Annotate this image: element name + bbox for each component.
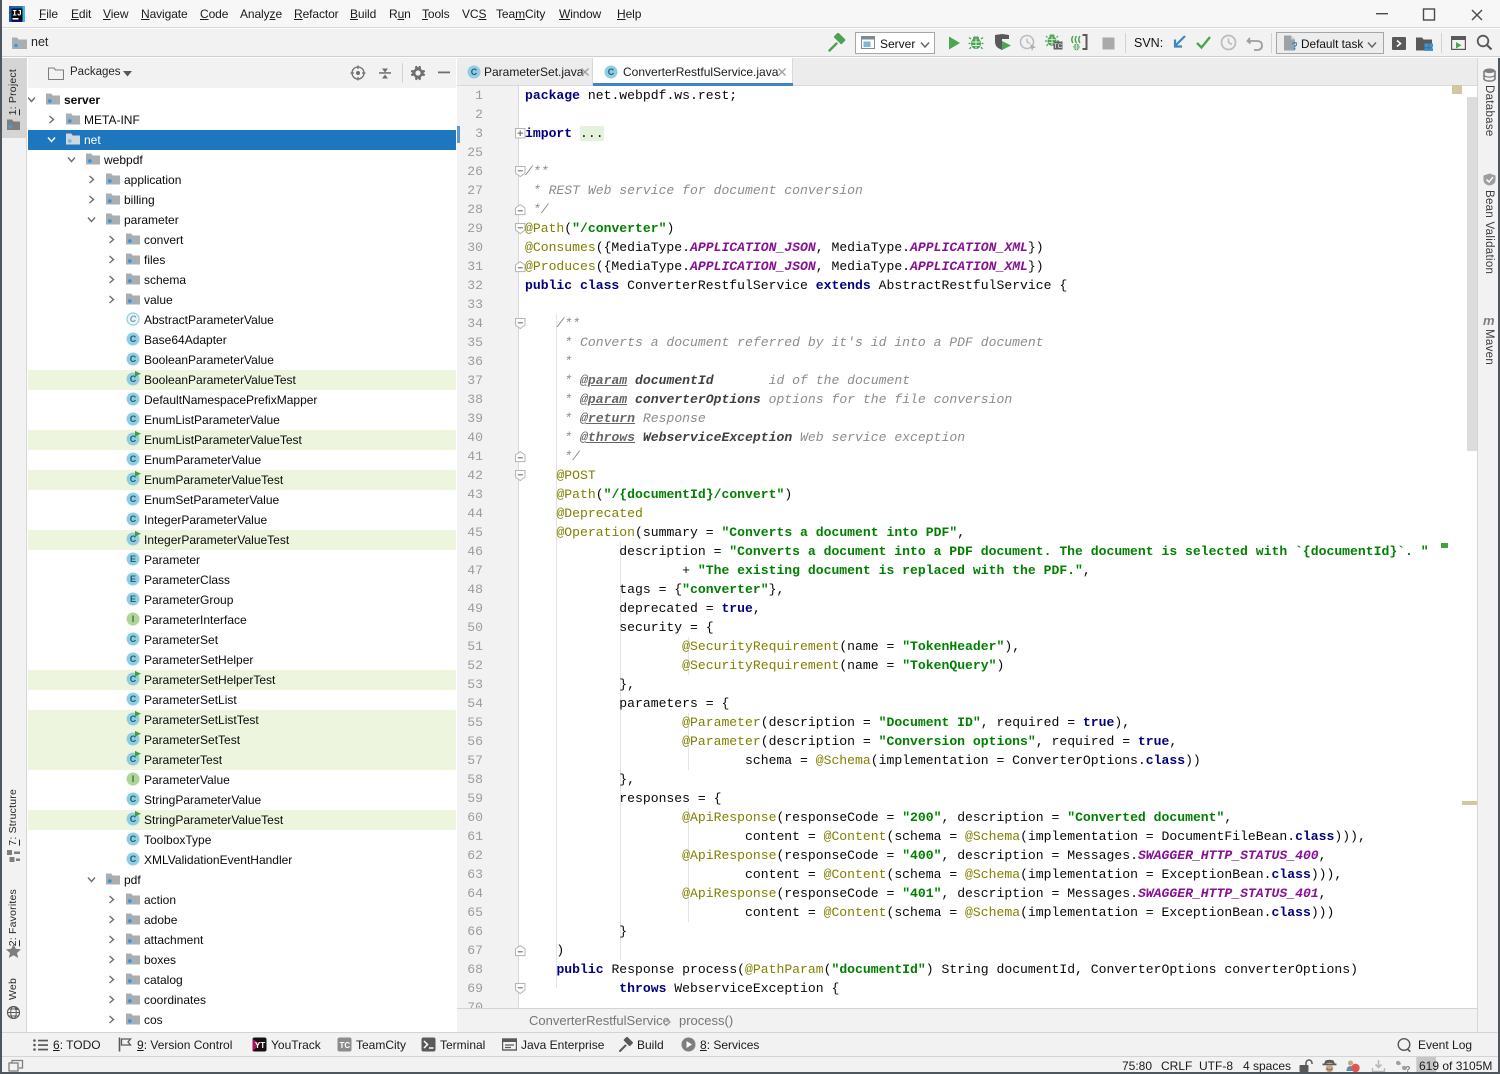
svg-text:I: I (132, 614, 135, 624)
svg-text:E: E (130, 574, 136, 584)
svg-text:C: C (130, 634, 137, 644)
svg-text:C: C (471, 67, 478, 77)
svg-text:C: C (130, 794, 137, 804)
svg-text:YT: YT (255, 1041, 265, 1050)
svg-text:C: C (130, 494, 137, 504)
svg-text:?: ? (1292, 41, 1298, 52)
svg-text:C: C (130, 854, 137, 864)
svg-text:C: C (130, 514, 137, 524)
svg-text:C: C (130, 654, 137, 664)
svg-text:C: C (130, 394, 137, 404)
svg-text:I: I (132, 774, 135, 784)
svg-text:C: C (130, 834, 137, 844)
svg-text:C: C (130, 694, 137, 704)
svg-text:E: E (130, 554, 136, 564)
svg-text:E: E (130, 594, 136, 604)
svg-text:C: C (130, 354, 137, 364)
svg-text:C: C (608, 67, 615, 77)
svg-text:TC: TC (1054, 43, 1063, 50)
svg-text:TC: TC (339, 1041, 350, 1050)
svg-text:C: C (130, 414, 137, 424)
svg-text:C: C (130, 454, 137, 464)
svg-text:C: C (130, 334, 137, 344)
svg-text:IJ: IJ (12, 10, 22, 19)
svg-text:C: C (130, 314, 137, 324)
